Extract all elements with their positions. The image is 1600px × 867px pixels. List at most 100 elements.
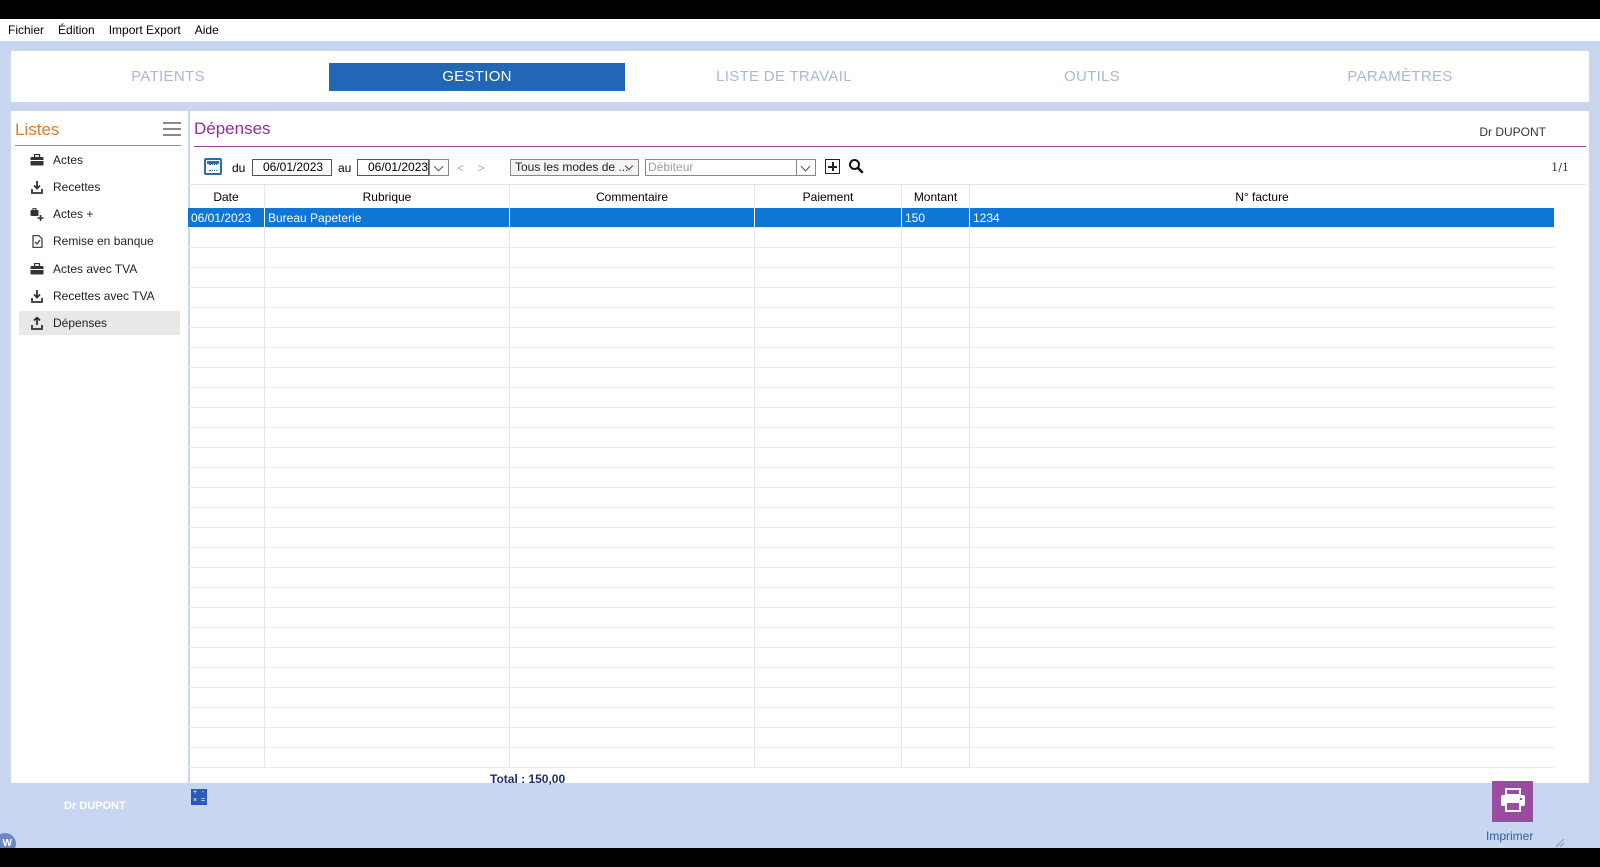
calculator-icon[interactable]: + - × =: [191, 789, 207, 805]
empty-cell: [970, 508, 1554, 528]
to-date-field[interactable]: 06/01/2023: [357, 159, 429, 176]
empty-cell: [188, 388, 265, 408]
empty-cell: [188, 228, 265, 248]
empty-cell: [188, 468, 265, 488]
table-header: Date Rubrique Commentaire Paiement Monta…: [188, 185, 1586, 208]
debtor-input[interactable]: Débiteur: [645, 159, 797, 176]
period-nav-arrows[interactable]: < >: [457, 161, 489, 175]
empty-cell: [510, 468, 755, 488]
column-header-montant[interactable]: Montant: [902, 185, 970, 208]
empty-cell: [902, 288, 970, 308]
menu-aide[interactable]: Aide: [195, 23, 219, 37]
sidebar-item-label: Actes +: [53, 207, 94, 221]
empty-cell: [510, 728, 755, 748]
empty-cell: [970, 348, 1554, 368]
empty-cell: [755, 408, 902, 428]
empty-cell: [188, 708, 265, 728]
table-row[interactable]: 06/01/2023 Bureau Papeterie 150 1234: [188, 208, 1554, 228]
empty-cell: [510, 628, 755, 648]
empty-cell: [510, 268, 755, 288]
sidebar-item-recettes-avec-tva[interactable]: Recettes avec TVA: [19, 284, 180, 308]
column-header-paiement[interactable]: Paiement: [755, 185, 902, 208]
hamburger-menu-icon[interactable]: [163, 122, 181, 136]
empty-cell: [510, 248, 755, 268]
column-header-facture[interactable]: N° facture: [970, 185, 1554, 208]
empty-cell: [970, 368, 1554, 388]
empty-cell: [902, 608, 970, 628]
sidebar-item-remise-en-banque[interactable]: Remise en banque: [19, 229, 180, 253]
user-name: Dr DUPONT: [1479, 125, 1546, 139]
empty-cell: [902, 308, 970, 328]
empty-cell: [188, 748, 265, 768]
column-header-rubrique[interactable]: Rubrique: [265, 185, 510, 208]
debtor-dropdown-button[interactable]: [796, 159, 816, 176]
tab-parametres[interactable]: PARAMÈTRES: [1252, 63, 1548, 91]
empty-cell: [902, 248, 970, 268]
main-panel: Dépenses Dr DUPONT du 06/01/2023 au 06/0…: [188, 111, 1589, 783]
empty-cell: [970, 408, 1554, 428]
from-date-field[interactable]: 06/01/2023: [252, 159, 332, 176]
briefcase-icon: [30, 153, 44, 167]
tab-gestion[interactable]: GESTION: [329, 62, 625, 91]
menu-import-export[interactable]: Import Export: [109, 23, 181, 37]
payment-mode-select[interactable]: Tous les modes de ...: [510, 159, 639, 176]
search-icon[interactable]: [848, 158, 864, 174]
empty-cell: [188, 568, 265, 588]
empty-cell: [188, 508, 265, 528]
empty-table-row: [188, 688, 1554, 708]
empty-cell: [902, 548, 970, 568]
empty-cell: [970, 668, 1554, 688]
page-indicator: 1/1: [1551, 161, 1569, 174]
empty-cell: [510, 368, 755, 388]
sidebar-item-depenses[interactable]: Dépenses: [19, 311, 180, 335]
empty-cell: [510, 608, 755, 628]
tab-liste-de-travail[interactable]: LISTE DE TRAVAIL: [636, 63, 932, 91]
empty-cell: [970, 568, 1554, 588]
empty-cell: [755, 588, 902, 608]
empty-cell: [970, 428, 1554, 448]
sidebar-item-label: Actes avec TVA: [53, 262, 138, 276]
print-label[interactable]: Imprimer: [1486, 829, 1533, 843]
empty-cell: [265, 228, 510, 248]
empty-table-row: [188, 348, 1554, 368]
tab-patients[interactable]: PATIENTS: [20, 63, 316, 91]
empty-cell: [902, 748, 970, 768]
empty-cell: [265, 268, 510, 288]
column-header-commentaire[interactable]: Commentaire: [510, 185, 755, 208]
empty-cell: [265, 468, 510, 488]
menu-fichier[interactable]: Fichier: [8, 23, 44, 37]
resize-grip-icon[interactable]: [1553, 836, 1565, 848]
calendar-icon[interactable]: [204, 158, 222, 175]
empty-cell: [188, 248, 265, 268]
empty-cell: [510, 668, 755, 688]
tab-outils[interactable]: OUTILS: [944, 63, 1240, 91]
empty-table-row: [188, 648, 1554, 668]
empty-table-row: [188, 368, 1554, 388]
empty-cell: [188, 368, 265, 388]
empty-cell: [265, 368, 510, 388]
empty-cell: [510, 648, 755, 668]
empty-cell: [970, 228, 1554, 248]
sidebar-header: Listes: [15, 120, 181, 146]
title-bar: [0, 0, 1600, 19]
sidebar-item-actes[interactable]: Actes: [19, 148, 180, 172]
empty-cell: [902, 588, 970, 608]
empty-cell: [265, 348, 510, 368]
empty-table-row: [188, 468, 1554, 488]
empty-cell: [902, 388, 970, 408]
empty-cell: [265, 628, 510, 648]
sidebar-item-recettes[interactable]: Recettes: [19, 175, 180, 199]
column-header-date[interactable]: Date: [188, 185, 265, 208]
sidebar-item-actes-avec-tva[interactable]: Actes avec TVA: [19, 257, 180, 281]
download-icon: [30, 289, 44, 303]
sidebar-item-actes-plus[interactable]: Actes +: [19, 202, 180, 226]
date-dropdown-button[interactable]: [429, 159, 449, 176]
empty-cell: [265, 648, 510, 668]
empty-cell: [510, 488, 755, 508]
to-label: au: [338, 161, 352, 175]
print-button[interactable]: [1492, 781, 1533, 822]
empty-cell: [188, 308, 265, 328]
add-icon[interactable]: [825, 159, 840, 174]
menu-edition[interactable]: Édition: [58, 23, 95, 37]
empty-cell: [970, 688, 1554, 708]
